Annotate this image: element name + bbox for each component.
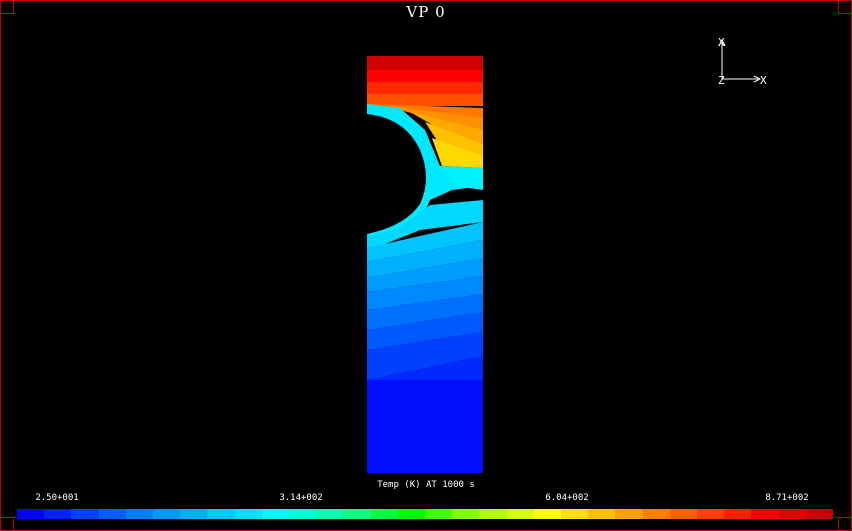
contour-band — [367, 82, 483, 96]
legend-swatch — [697, 509, 725, 519]
legend-swatch — [805, 509, 834, 519]
legend-tick-2: 6.04+002 — [545, 493, 589, 503]
legend-swatch — [289, 509, 317, 519]
legend-swatch — [561, 509, 589, 519]
legend-swatch — [44, 509, 72, 519]
legend-swatch — [153, 509, 181, 519]
triad-right-label: X — [760, 74, 767, 87]
legend-swatch — [98, 509, 126, 519]
legend-swatch — [642, 509, 670, 519]
contour-bands — [367, 56, 483, 473]
legend-swatch — [588, 509, 616, 519]
legend-swatch — [533, 509, 562, 519]
legend-swatch — [316, 509, 344, 519]
legend-swatch — [669, 509, 698, 519]
color-legend-bar — [17, 509, 834, 519]
legend-swatch — [452, 509, 480, 519]
legend-swatch — [343, 509, 371, 519]
legend-swatch — [17, 509, 45, 519]
legend-swatch — [180, 509, 208, 519]
legend-swatch — [207, 509, 235, 519]
legend-swatch — [425, 509, 453, 519]
legend-tick-1: 3.14+002 — [279, 493, 323, 503]
legend-swatch — [724, 509, 752, 519]
contour-band — [367, 380, 483, 473]
contour-plot[interactable]: X X Z — [0, 0, 852, 531]
legend-swatch — [778, 509, 806, 519]
legend-swatch — [71, 509, 99, 519]
legend-swatch — [261, 509, 290, 519]
legend-swatch — [751, 509, 779, 519]
legend-swatch — [125, 509, 154, 519]
legend-swatch — [370, 509, 398, 519]
legend-swatch — [615, 509, 643, 519]
legend-swatch — [506, 509, 534, 519]
triad-up-label: X — [718, 36, 725, 49]
legend-title: Temp (K) AT 1000 s — [377, 480, 475, 490]
legend-swatch — [234, 509, 262, 519]
legend-swatch — [397, 509, 426, 519]
legend-swatch — [479, 509, 507, 519]
legend-tick-3: 8.71+002 — [765, 493, 809, 503]
axis-triad: X X Z — [718, 36, 767, 87]
contour-band — [367, 94, 483, 106]
triad-origin-label: Z — [718, 74, 725, 87]
legend-tick-0: 2.50+001 — [35, 493, 79, 503]
